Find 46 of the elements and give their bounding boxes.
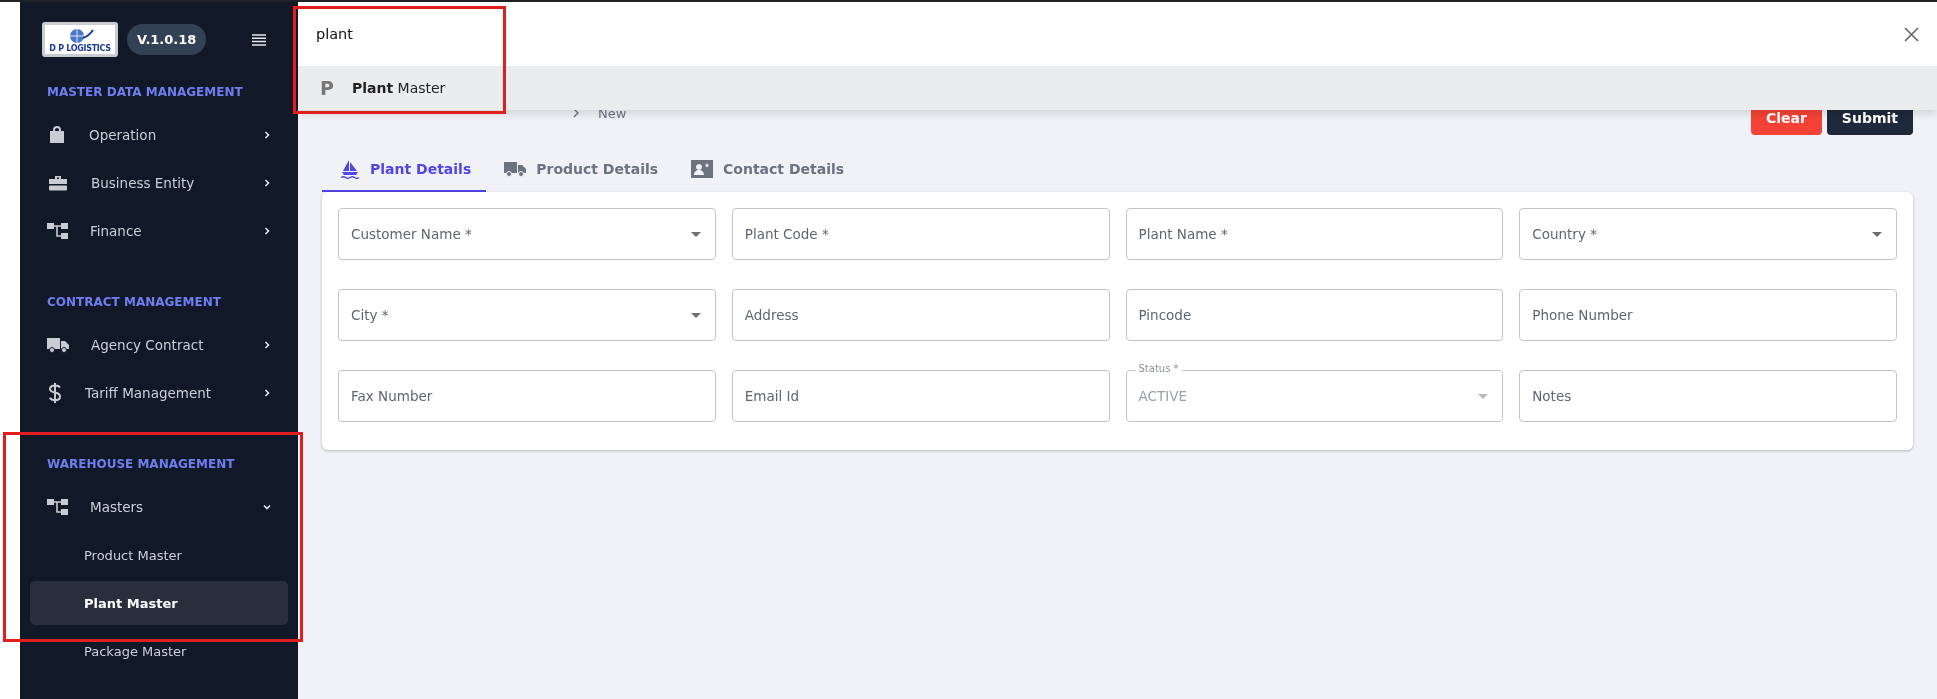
sailboat-icon <box>340 159 360 179</box>
dropdown-arrow-icon <box>1872 231 1882 237</box>
briefcase-icon <box>47 173 69 193</box>
input-field[interactable]: Address <box>731 289 1110 341</box>
logo-text: D P LOGISTICS <box>49 44 111 53</box>
menu-item[interactable]: Tariff Management <box>30 369 288 417</box>
input-field[interactable]: Fax Number <box>338 370 716 422</box>
select-field[interactable]: Customer Name * <box>338 208 716 260</box>
select-field[interactable]: Country * <box>1519 208 1897 260</box>
section-heading: MASTER DATA MANAGEMENT <box>46 84 244 101</box>
menu-item[interactable]: Finance <box>30 207 288 255</box>
submenu-item[interactable]: Package Master <box>30 629 288 673</box>
menu-item[interactable]: Masters <box>30 483 288 531</box>
section-heading: WAREHOUSE MANAGEMENT <box>46 456 236 473</box>
truck-icon <box>504 160 527 178</box>
dropdown-arrow-icon <box>1478 393 1489 399</box>
dollar-icon <box>47 382 63 404</box>
menu-icon[interactable] <box>252 33 266 46</box>
truck-icon <box>47 336 69 354</box>
input-field[interactable]: Pincode <box>1125 289 1504 341</box>
input-field[interactable]: Phone Number <box>1519 289 1897 341</box>
menu-item[interactable]: Agency Contract <box>30 321 288 369</box>
hierarchy-icon <box>47 221 68 241</box>
close-icon[interactable] <box>1904 26 1919 42</box>
tab[interactable]: Contact Details <box>673 148 860 192</box>
menu-item[interactable]: Business Entity <box>30 159 288 207</box>
menu-item[interactable]: Operation <box>30 111 288 159</box>
search-input[interactable]: plant <box>314 25 1904 43</box>
dropdown-arrow-icon <box>690 231 701 237</box>
input-field[interactable]: Notes <box>1519 370 1897 422</box>
input-field[interactable]: Plant Name * <box>1125 208 1504 260</box>
search-field[interactable]: plant <box>298 2 1937 66</box>
submenu-item[interactable]: Plant Master <box>30 581 288 625</box>
search-result[interactable]: P Plant Master <box>298 66 1937 110</box>
bag-icon <box>47 125 67 145</box>
dropdown-arrow-icon <box>690 312 701 318</box>
submenu-item[interactable]: Product Master <box>30 533 288 577</box>
field-label: Status * <box>1135 363 1182 374</box>
version-badge: V.1.0.18 <box>127 24 207 55</box>
section-heading: CONTRACT MANAGEMENT <box>46 294 222 311</box>
input-field[interactable]: Email Id <box>731 370 1110 422</box>
contact-card-icon <box>691 160 714 178</box>
input-field[interactable]: Plant Code * <box>731 208 1110 260</box>
hierarchy-icon <box>47 497 68 517</box>
select-field[interactable]: City * <box>338 289 716 341</box>
tab[interactable]: Product Details <box>486 148 674 192</box>
